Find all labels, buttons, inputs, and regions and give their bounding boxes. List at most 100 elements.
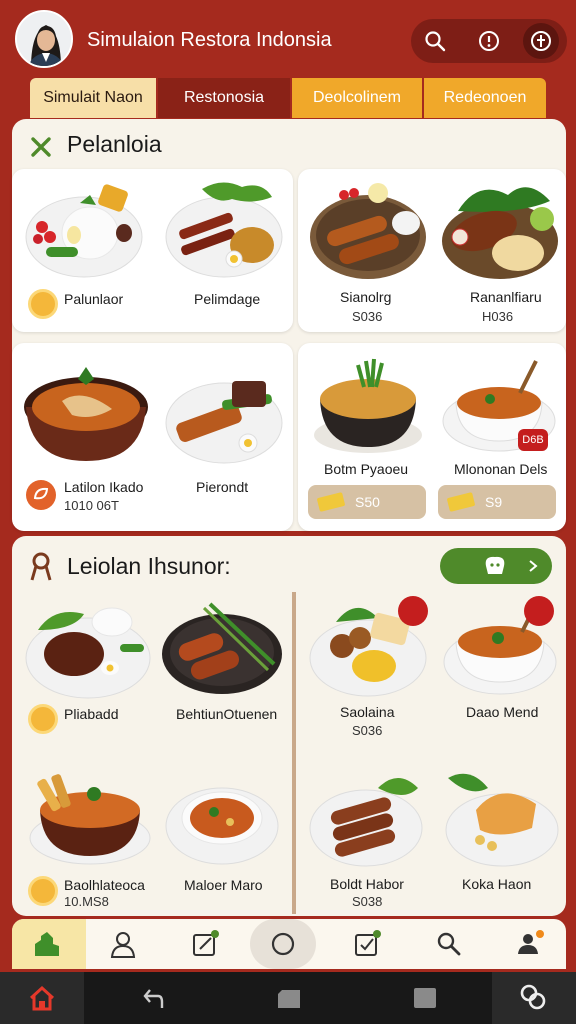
search-button[interactable]	[417, 23, 453, 59]
grilled-sausage-plate-image	[309, 778, 423, 867]
dish-name: Baolhlateoca	[64, 877, 145, 893]
dish-name: Daao Mend	[466, 704, 539, 720]
close-icon[interactable]	[30, 136, 52, 158]
dish-name: Latilon Ikado	[64, 479, 144, 495]
sausage-plate-image	[162, 602, 282, 694]
info-icon	[531, 31, 551, 51]
nav-circle[interactable]	[250, 919, 316, 969]
tab-restonosia[interactable]: Restonosia	[158, 78, 290, 118]
section-title: Pelanloia	[67, 131, 162, 157]
dish-name: BehtiunOtuenen	[176, 706, 278, 722]
roast-plate-image	[445, 773, 559, 867]
satay-plate-image	[165, 182, 283, 278]
tab-deolcolinem[interactable]: Deolcolinem	[292, 78, 422, 118]
edit-icon	[193, 930, 219, 956]
home-icon	[29, 985, 55, 1011]
column-divider	[292, 592, 296, 914]
avatar[interactable]	[15, 10, 73, 68]
bottom-nav	[12, 919, 566, 969]
ticket-icon	[447, 492, 475, 512]
pretzel-icon	[30, 552, 52, 581]
rice-plate-image	[25, 184, 143, 278]
user-settings-icon	[518, 930, 544, 954]
dish-price: 10.MS8	[64, 894, 109, 909]
tab-redeonoen[interactable]: Redeonoen	[424, 78, 546, 118]
chevron-right-icon	[529, 560, 538, 572]
plant-icon	[35, 932, 59, 956]
stew-bowl-image	[165, 787, 279, 865]
dish-price: H036	[482, 309, 514, 324]
assistant-icon	[520, 984, 546, 1010]
overview-button[interactable]	[408, 972, 444, 1024]
circle-icon	[271, 932, 295, 956]
dish-badge	[398, 596, 428, 626]
curry-bowl-image	[24, 367, 148, 461]
search-icon	[425, 31, 446, 52]
nav-profile[interactable]	[90, 919, 156, 969]
category-tabs: Simulait Naon Restonosia Deolcolinem Red…	[30, 78, 546, 118]
alert-icon	[479, 31, 499, 51]
dish-name: Pliabadd	[64, 706, 119, 722]
dish-price: 1010 06T	[64, 498, 119, 513]
ribs-plate-image	[25, 607, 151, 699]
dish-name: Botm Pyaoeu	[324, 461, 409, 477]
nav-user-settings[interactable]	[496, 919, 562, 969]
dish-name: Palunlaor	[64, 291, 124, 307]
section-leiolan: Leiolan Ihsunor: Pliabadd BehtiunOtuenen	[12, 536, 566, 916]
dish-name: Mlononan Dels	[454, 461, 548, 477]
leaf-icon	[26, 480, 56, 510]
dish-price: S036	[352, 723, 383, 738]
header-actions	[411, 19, 567, 63]
search-icon	[437, 932, 461, 956]
price-chip[interactable]: S50	[308, 485, 426, 519]
dish-badge	[524, 596, 554, 626]
back-icon	[143, 989, 164, 1008]
satay-beans-plate-image	[165, 381, 283, 464]
section-action-button[interactable]	[440, 548, 552, 584]
nav-edit[interactable]	[172, 919, 238, 969]
dish-name: Pierondt	[196, 479, 249, 495]
assistant-button[interactable]	[492, 972, 576, 1024]
section-pelanloia: Pelanloia Palunlaor Pelimdage Sianolrg S…	[12, 119, 566, 531]
dish-name: Saolaina	[340, 704, 395, 720]
tab-simulait-naon[interactable]: Simulait Naon	[30, 78, 156, 118]
dish-name: Koka Haon	[462, 876, 532, 892]
curry-pot-image	[29, 774, 151, 865]
dish-card[interactable]: Sianolrg S036 Rananlfiaru H036	[298, 169, 566, 332]
dish-name: Boldt Habor	[330, 876, 404, 892]
dish-name: Rananlfiaru	[470, 289, 542, 305]
nav-home[interactable]	[12, 919, 86, 969]
square-icon	[414, 988, 436, 1008]
section-title: Leiolan Ihsunor:	[67, 553, 231, 579]
coin-icon	[28, 704, 58, 734]
system-nav-bar	[0, 972, 576, 1024]
fried-fish-plate-image	[442, 187, 558, 279]
dish-badge: D6B	[518, 429, 548, 451]
checklist-icon	[355, 930, 381, 956]
info-button[interactable]	[523, 23, 559, 59]
chip-price: S50	[355, 494, 380, 510]
dish-price: S036	[352, 309, 383, 324]
price-chip[interactable]: S9	[438, 485, 556, 519]
home-button[interactable]	[0, 972, 84, 1024]
chef-hat-icon	[485, 556, 505, 574]
back-button[interactable]	[136, 972, 176, 1024]
dish-card[interactable]: Palunlaor Pelimdage	[12, 169, 293, 332]
app-header: Simulaion Restora Indonsia	[0, 0, 576, 76]
grilled-fish-plate-image	[310, 183, 426, 279]
shield-icon	[28, 876, 58, 906]
dish-name: Pelimdage	[194, 291, 261, 307]
dish-card[interactable]: Latilon Ikado 1010 06T Pierondt	[12, 343, 293, 531]
recents-icon	[278, 990, 300, 1008]
recents-button[interactable]	[272, 972, 308, 1024]
alert-button[interactable]	[471, 23, 507, 59]
dish-name: Maloer Maro	[184, 877, 263, 893]
dish-card[interactable]: D6B Botm Pyaoeu Mlononan Dels S50 S9	[298, 343, 566, 531]
dish-name: Sianolrg	[340, 289, 392, 305]
fried-rice-bowl-image	[314, 358, 422, 453]
dish-price: S038	[352, 894, 383, 909]
nav-search[interactable]	[416, 919, 482, 969]
ticket-icon	[317, 492, 345, 512]
app-title: Simulaion Restora Indonsia	[87, 29, 332, 51]
nav-checklist[interactable]	[334, 919, 400, 969]
